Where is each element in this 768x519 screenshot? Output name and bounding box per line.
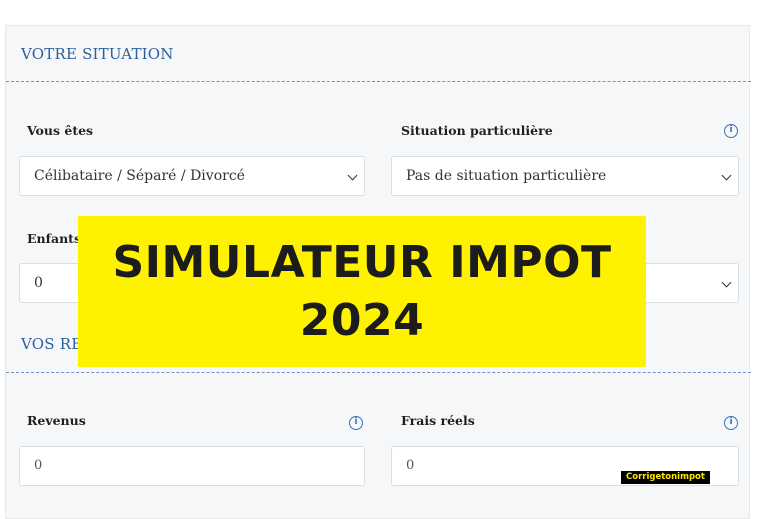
banner-title-line2: 2024	[299, 294, 425, 346]
banner-title-line1: SIMULATEUR IMPOT	[112, 236, 612, 288]
vous-etes-value: Célibataire / Séparé / Divorcé	[34, 168, 245, 184]
revenus-section-title: VOS RE	[21, 335, 83, 353]
vous-etes-select[interactable]: Célibataire / Séparé / Divorcé	[19, 156, 365, 196]
chevron-down-icon	[721, 277, 732, 288]
info-icon[interactable]: i	[349, 416, 363, 430]
frais-reels-value: 0	[406, 458, 415, 473]
chevron-down-icon	[721, 170, 732, 181]
section-divider	[6, 81, 751, 82]
info-icon[interactable]: i	[724, 124, 738, 138]
situation-section-title: VOTRE SITUATION	[21, 45, 174, 63]
chevron-down-icon	[347, 170, 358, 181]
situation-particuliere-label: Situation particulière	[401, 123, 553, 138]
watermark-label: Corrigetonimpot	[621, 471, 710, 484]
revenus-input[interactable]: 0	[19, 446, 365, 486]
enfants-label: Enfants	[27, 231, 81, 246]
frais-reels-label: Frais réels	[401, 413, 475, 428]
enfants-value: 0	[34, 275, 43, 291]
info-icon[interactable]: i	[724, 416, 738, 430]
section-divider	[6, 372, 751, 373]
situation-particuliere-select[interactable]: Pas de situation particulière	[391, 156, 739, 196]
revenus-label: Revenus	[27, 413, 86, 428]
situation-particuliere-value: Pas de situation particulière	[406, 168, 607, 184]
vous-etes-label: Vous êtes	[27, 123, 94, 138]
revenus-value: 0	[34, 458, 43, 473]
promo-banner: SIMULATEUR IMPOT 2024	[78, 216, 646, 367]
